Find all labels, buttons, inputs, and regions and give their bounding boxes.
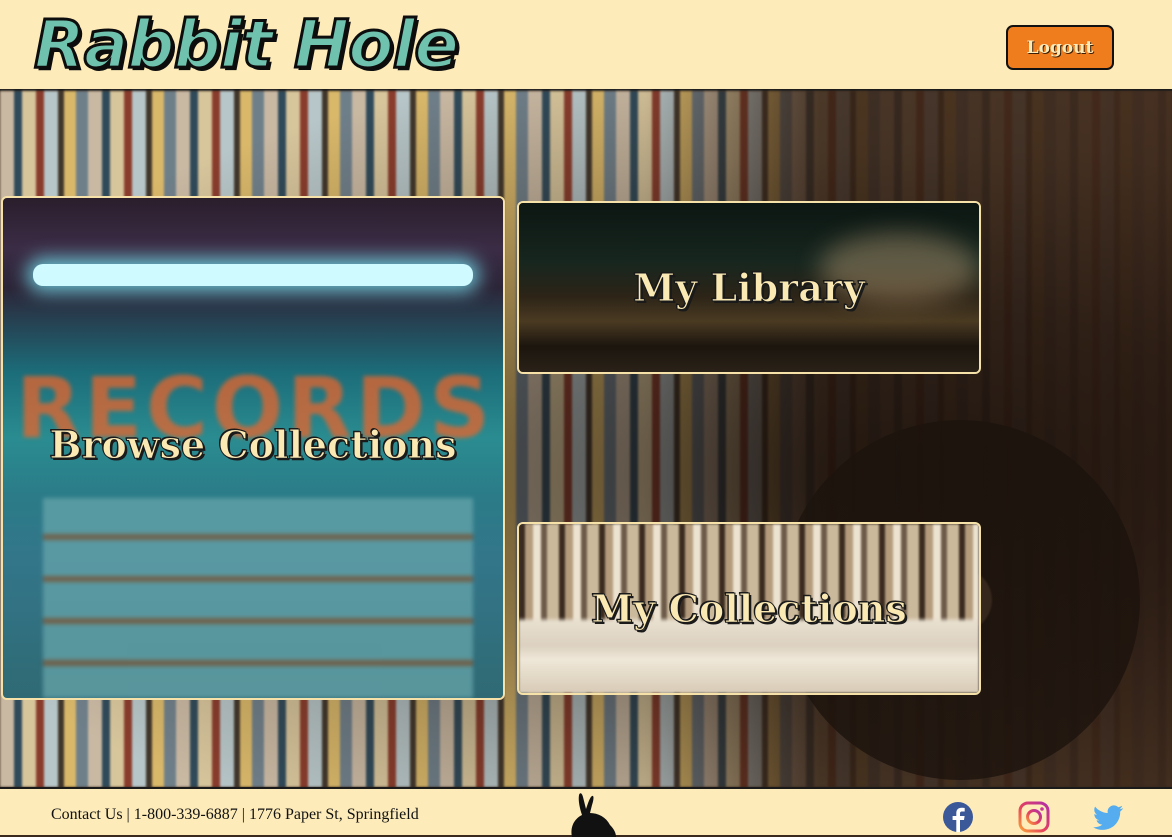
contact-info: Contact Us | 1-800-339-6887 | 1776 Paper… xyxy=(51,806,419,824)
my-library-card[interactable]: My Library xyxy=(517,201,981,374)
facebook-icon[interactable] xyxy=(942,801,974,833)
instagram-icon[interactable] xyxy=(1018,801,1050,833)
phone-number: 1-800-339-6887 xyxy=(133,806,238,823)
site-header: Rabbit Hole Logout xyxy=(0,0,1172,91)
my-collections-card[interactable]: My Collections xyxy=(517,522,981,695)
separator: | xyxy=(126,806,130,823)
browse-collections-card[interactable]: RECORDS Browse Collections xyxy=(1,196,505,700)
site-footer: Contact Us | 1-800-339-6887 | 1776 Paper… xyxy=(0,787,1172,837)
my-library-title: My Library xyxy=(633,265,866,311)
browse-collections-title: Browse Collections xyxy=(49,421,457,467)
record-shelves xyxy=(43,498,473,698)
contact-us-link[interactable]: Contact Us xyxy=(51,806,123,823)
rabbit-silhouette-icon xyxy=(571,793,616,837)
neon-light xyxy=(33,264,473,286)
logout-button[interactable]: Logout xyxy=(1006,25,1114,70)
my-collections-title: My Collections xyxy=(591,586,908,632)
twitter-icon[interactable] xyxy=(1092,801,1124,833)
address: 1776 Paper St, Springfield xyxy=(248,806,419,823)
separator: | xyxy=(241,806,245,823)
site-logo[interactable]: Rabbit Hole xyxy=(33,5,461,85)
